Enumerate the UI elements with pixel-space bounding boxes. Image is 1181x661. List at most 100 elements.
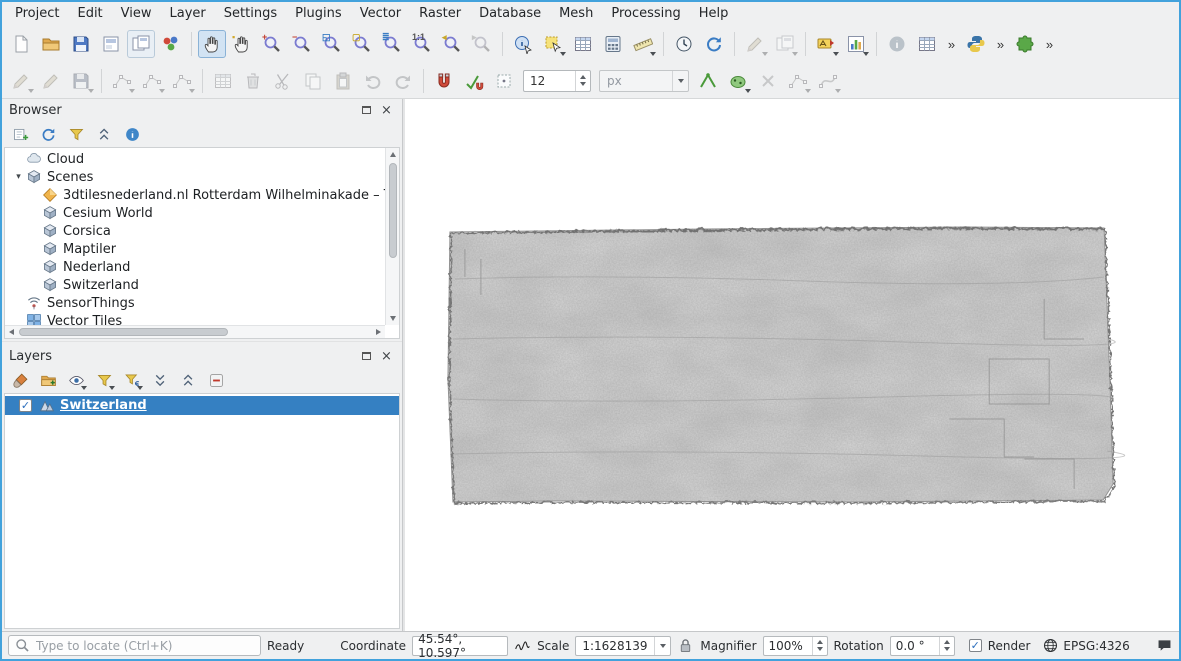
zoom-to-selection-button[interactable]: ▢ bbox=[348, 30, 376, 58]
layer-visibility-checkbox[interactable]: ✓ bbox=[19, 399, 32, 412]
locate-search[interactable] bbox=[8, 635, 261, 656]
open-attribute-table-button[interactable] bbox=[569, 30, 597, 58]
scroll-right-icon[interactable] bbox=[376, 329, 381, 335]
map-canvas[interactable] bbox=[405, 99, 1179, 631]
layer-item-switzerland[interactable]: ✓Switzerland bbox=[5, 396, 399, 415]
browser-item-vector-tiles[interactable]: Vector Tiles bbox=[5, 312, 385, 325]
manage-map-themes-button[interactable] bbox=[64, 368, 88, 392]
measure-button[interactable] bbox=[629, 30, 657, 58]
zoom-full-extent-button[interactable]: ◱ bbox=[318, 30, 346, 58]
redo-button[interactable] bbox=[389, 67, 417, 95]
paste-features-button[interactable] bbox=[329, 67, 357, 95]
spin-down-icon[interactable] bbox=[580, 82, 586, 86]
spin-up-icon[interactable] bbox=[580, 75, 586, 79]
temporal-controller-button[interactable] bbox=[670, 30, 698, 58]
browser-item-3dtilesnederland-nl-rotterdam-wilhelminakade-textu[interactable]: 3dtilesnederland.nl Rotterdam Wilhelmina… bbox=[5, 186, 385, 204]
scroll-left-icon[interactable] bbox=[9, 329, 14, 335]
show-properties-widget-button[interactable] bbox=[120, 122, 144, 146]
snapping-tolerance-spinbox[interactable]: 12 bbox=[523, 70, 591, 92]
new-project-button[interactable] bbox=[7, 30, 35, 58]
circular-string-button[interactable] bbox=[814, 67, 842, 95]
snapping-type-button[interactable] bbox=[490, 67, 518, 95]
enable-advanced-digitizing-button[interactable] bbox=[694, 67, 722, 95]
open-project-button[interactable] bbox=[37, 30, 65, 58]
browser-item-scenes[interactable]: ▾Scenes bbox=[5, 168, 385, 186]
undo-button[interactable] bbox=[359, 67, 387, 95]
messages-icon[interactable] bbox=[1156, 637, 1173, 654]
pan-map-button[interactable] bbox=[198, 30, 226, 58]
extents-toggle-icon[interactable] bbox=[514, 637, 531, 654]
refresh-map-button[interactable] bbox=[700, 30, 728, 58]
cad-construction-button[interactable] bbox=[724, 67, 752, 95]
scroll-up-icon[interactable] bbox=[390, 152, 396, 157]
manage-plugins-button[interactable] bbox=[1011, 30, 1039, 58]
show-layout-manager-button[interactable] bbox=[127, 30, 155, 58]
save-project-button[interactable] bbox=[67, 30, 95, 58]
enable-tracing-button[interactable] bbox=[460, 67, 488, 95]
menu-project[interactable]: Project bbox=[6, 4, 68, 23]
filter-browser-button[interactable] bbox=[64, 122, 88, 146]
zoom-to-layer-button[interactable]: ≣ bbox=[378, 30, 406, 58]
spin-buttons[interactable] bbox=[575, 71, 590, 91]
open-layer-styling-button[interactable] bbox=[8, 368, 32, 392]
labeling-options-button[interactable] bbox=[812, 30, 840, 58]
menu-vector[interactable]: Vector bbox=[351, 4, 410, 23]
menu-help[interactable]: Help bbox=[690, 4, 738, 23]
scroll-down-icon[interactable] bbox=[390, 316, 396, 321]
horizontal-scroll-thumb[interactable] bbox=[19, 328, 228, 336]
cut-features-button[interactable] bbox=[269, 67, 297, 95]
new-print-layout-button[interactable] bbox=[97, 30, 125, 58]
combo-dropdown[interactable] bbox=[672, 71, 688, 91]
annotation-options-button[interactable] bbox=[771, 30, 799, 58]
zoom-in-button[interactable]: + bbox=[258, 30, 286, 58]
spin-up-icon[interactable] bbox=[817, 640, 823, 644]
zoom-last-button[interactable]: ◂ bbox=[438, 30, 466, 58]
browser-item-nederland[interactable]: Nederland bbox=[5, 258, 385, 276]
browser-item-corsica[interactable]: Corsica bbox=[5, 222, 385, 240]
locate-input[interactable] bbox=[36, 639, 255, 653]
browser-vertical-scrollbar[interactable] bbox=[385, 148, 399, 325]
delete-selected-button[interactable] bbox=[239, 67, 267, 95]
spin-up-icon[interactable] bbox=[944, 640, 950, 644]
browser-horizontal-scrollbar[interactable] bbox=[5, 325, 385, 338]
enable-snapping-button[interactable] bbox=[430, 67, 458, 95]
new-annotation-button[interactable] bbox=[741, 30, 769, 58]
menu-settings[interactable]: Settings bbox=[215, 4, 286, 23]
browser-item-cesium-world[interactable]: Cesium World bbox=[5, 204, 385, 222]
select-features-button[interactable] bbox=[539, 30, 567, 58]
coordinate-input[interactable]: 45.54°, 10.597° bbox=[412, 636, 508, 656]
pan-to-selection-button[interactable]: ▪ bbox=[228, 30, 256, 58]
render-checkbox[interactable]: ✓ bbox=[969, 639, 982, 652]
move-feature-button[interactable] bbox=[784, 67, 812, 95]
filter-by-expression-button[interactable] bbox=[120, 368, 144, 392]
multiedit-attributes-button[interactable] bbox=[209, 67, 237, 95]
browser-item-switzerland[interactable]: Switzerland bbox=[5, 276, 385, 294]
crs-status[interactable]: EPSG:4326 bbox=[1042, 637, 1129, 654]
layers-close-button[interactable]: × bbox=[378, 348, 395, 365]
zoom-native-button[interactable]: 1:1 bbox=[408, 30, 436, 58]
menu-plugins[interactable]: Plugins bbox=[286, 4, 351, 23]
copy-features-button[interactable] bbox=[299, 67, 327, 95]
toggle-editing-button[interactable] bbox=[37, 67, 65, 95]
spin-buttons[interactable] bbox=[939, 637, 954, 655]
menu-processing[interactable]: Processing bbox=[602, 4, 689, 23]
browser-float-button[interactable] bbox=[358, 102, 375, 119]
browser-item-cloud[interactable]: Cloud bbox=[5, 150, 385, 168]
field-calculator-button[interactable] bbox=[599, 30, 627, 58]
collapse-all-layers-button[interactable] bbox=[176, 368, 200, 392]
current-edits-button[interactable] bbox=[7, 67, 35, 95]
add-feature-button[interactable] bbox=[138, 67, 166, 95]
rotation-spinbox[interactable]: 0.0 ° bbox=[890, 636, 955, 656]
toolbar-overflow-3-button[interactable]: » bbox=[1041, 30, 1058, 58]
remove-layer-button[interactable] bbox=[204, 368, 228, 392]
style-manager-button[interactable] bbox=[157, 30, 185, 58]
save-edits-button[interactable] bbox=[67, 67, 95, 95]
layers-float-button[interactable] bbox=[358, 348, 375, 365]
browser-close-button[interactable]: × bbox=[378, 102, 395, 119]
zoom-out-button[interactable]: − bbox=[288, 30, 316, 58]
menu-edit[interactable]: Edit bbox=[68, 4, 111, 23]
statistics-panel-button[interactable] bbox=[913, 30, 941, 58]
toolbar-overflow-2-button[interactable]: » bbox=[992, 30, 1009, 58]
diagram-options-button[interactable] bbox=[842, 30, 870, 58]
scale-combo[interactable]: 1:1628139 bbox=[575, 636, 671, 656]
